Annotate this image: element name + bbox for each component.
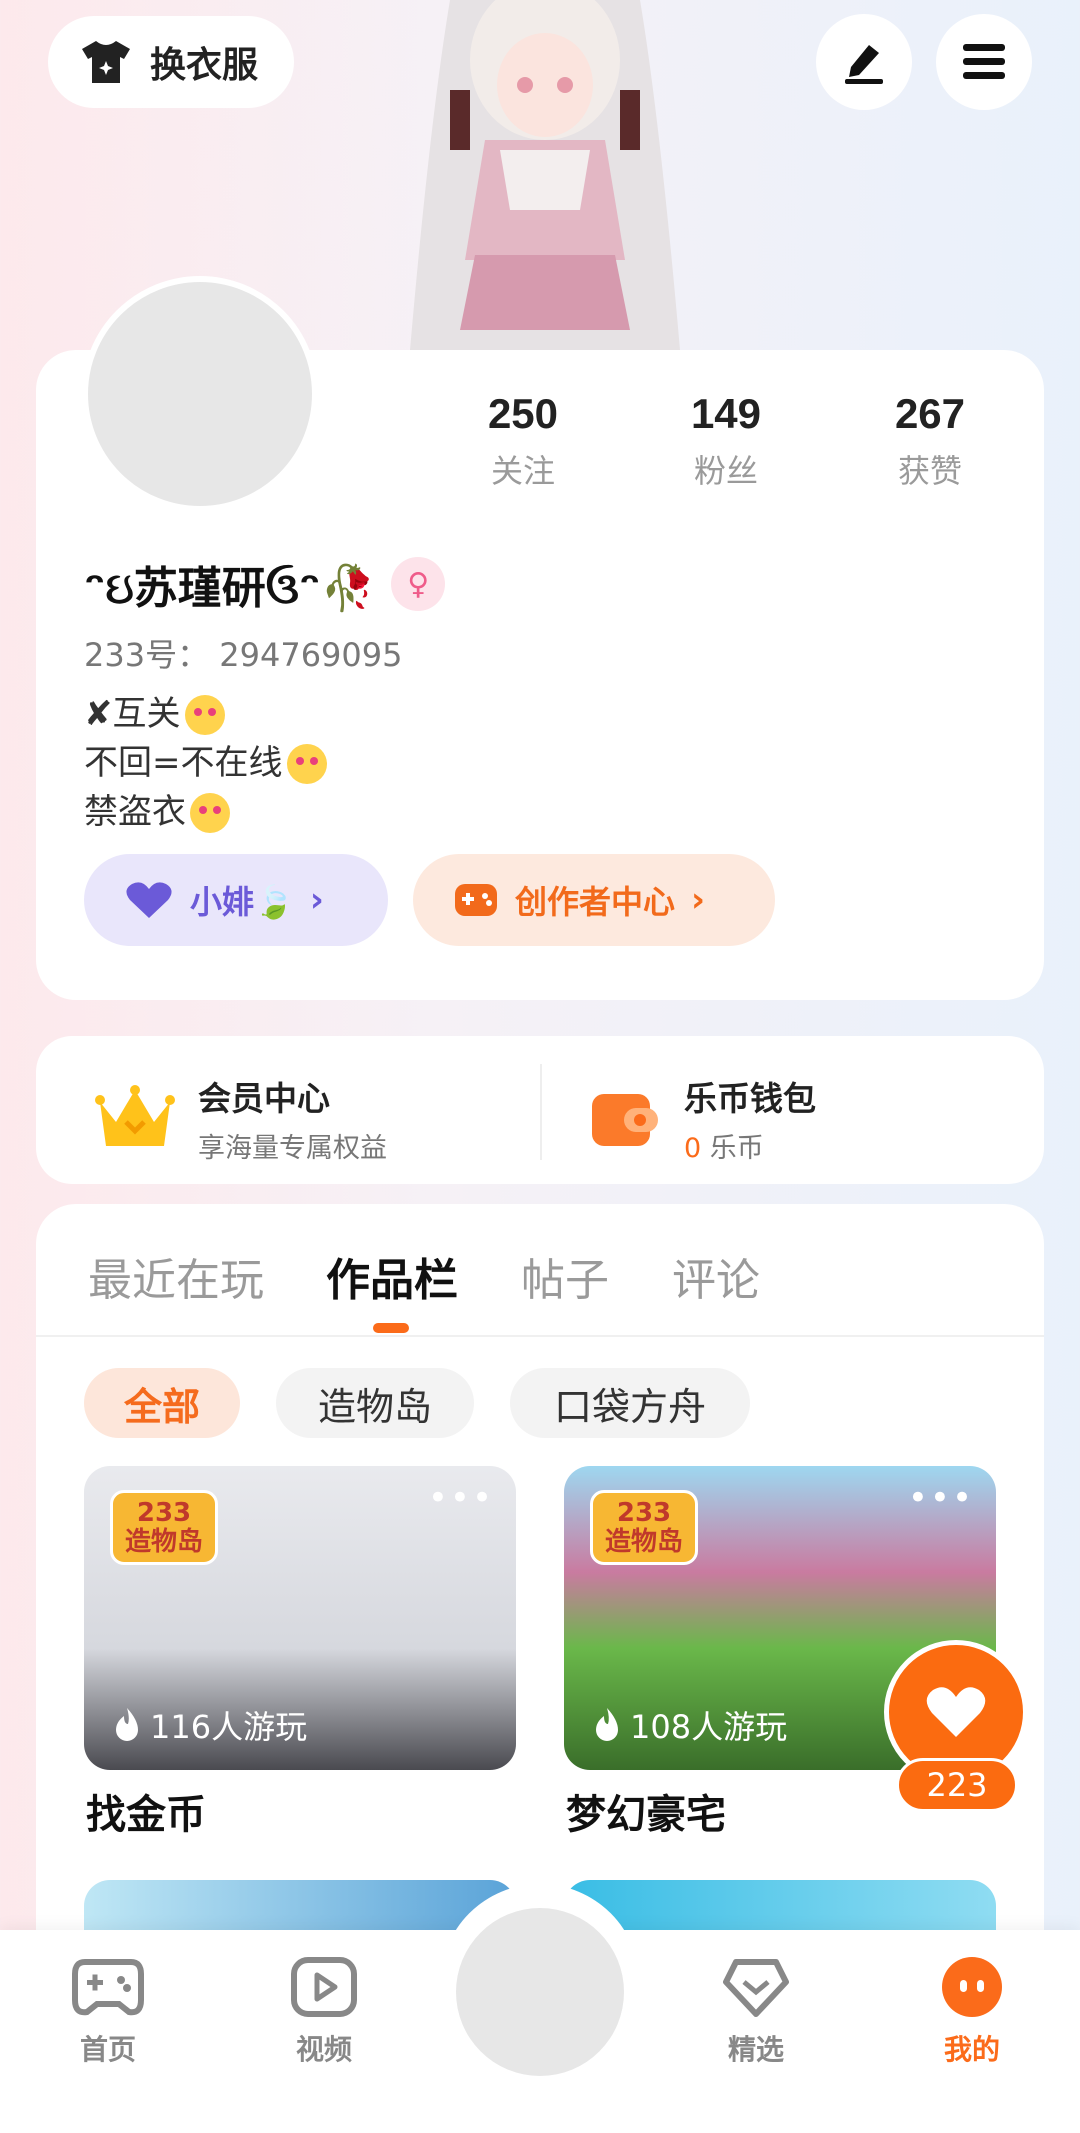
nickname-row: ᵔઇ苏瑾研ઉᵔ🥀 ♀ [84,552,446,616]
badge-number: 233 [616,1498,672,1528]
flame-icon [116,1708,138,1741]
bio-line: 禁盗衣 [84,792,186,832]
tab-posts[interactable]: 帖子 [521,1244,609,1308]
likes-label: 获赞 [897,452,962,490]
nav-center-avatar-button[interactable] [456,1908,624,2076]
more-options-icon[interactable]: ••• [908,1478,974,1518]
play-count-text: 108人游玩 [630,1708,788,1746]
badge-label: 造物岛 [605,1526,684,1557]
wallet-title: 乐币钱包 [684,1079,816,1118]
bio: ✘互关 不回=不在线 禁盗衣 [84,690,327,837]
user-id[interactable]: 233号： 294769095 [84,630,403,676]
companion-label: 小婔🍃 [190,883,294,921]
likes-count: 267 [894,390,966,437]
wallet-balance: 0 [684,1133,702,1164]
creator-center-button[interactable]: 创作者中心 › [413,854,775,946]
badge-label: 造物岛 [125,1526,204,1557]
play-count: 116人游玩 [112,1702,307,1748]
likes-stat[interactable]: 267 获赞 [850,390,1010,492]
wallet-icon [592,1093,658,1146]
creator-center-label: 创作者中心 [515,883,676,921]
filter-chip-creation-island[interactable]: 造物岛 [276,1368,474,1438]
heart-eyes-emoji-icon [286,743,327,784]
filter-chip-pocket-ark[interactable]: 口袋方舟 [510,1368,750,1438]
female-gender-icon: ♀ [391,557,446,611]
nav-mine[interactable]: 我的 [902,1956,1042,2068]
game-logo-badge: 233 造物岛 [590,1490,699,1566]
followers-stat[interactable]: 149 粉丝 [646,390,806,492]
character-avatar-image[interactable] [390,0,700,350]
smiling-hearts-emoji-icon [184,694,225,735]
nav-video[interactable]: 视频 [254,1956,394,2068]
heart-icon [926,1687,986,1737]
vip-center-subtitle: 享海量专属权益 [198,1133,387,1164]
tab-recent-played[interactable]: 最近在玩 [88,1244,264,1308]
tshirt-icon [82,41,130,83]
following-stat[interactable]: 250 关注 [443,390,603,492]
menu-button[interactable] [936,14,1032,110]
followers-count: 149 [690,390,762,437]
nav-featured-label: 精选 [727,2033,784,2066]
pencil-icon [845,45,883,84]
chevron-right-icon: › [691,880,706,920]
flame-icon [596,1708,618,1741]
nav-home[interactable]: 首页 [38,1956,178,2068]
sweat-smile-emoji-icon [190,792,230,833]
tab-works[interactable]: 作品栏 [326,1244,458,1308]
nav-video-label: 视频 [295,2033,352,2066]
edit-profile-button[interactable] [816,14,912,110]
tab-comments[interactable]: 评论 [672,1244,760,1308]
bio-line: 不回=不在线 [84,743,283,783]
game-title[interactable]: 梦幻豪宅 [566,1782,726,1840]
nav-mine-label: 我的 [943,2033,1000,2066]
nickname: ᵔઇ苏瑾研ઉᵔ🥀 [84,563,376,614]
game-logo-badge: 233 造物岛 [110,1490,219,1566]
tab-indicator [373,1323,409,1333]
vip-center-title: 会员中心 [198,1079,330,1118]
gamepad-icon [72,1959,144,2016]
profile-face-icon [942,1957,1002,2017]
nav-home-label: 首页 [79,2033,136,2066]
divider [540,1064,542,1160]
crown-icon [95,1084,175,1146]
game-title[interactable]: 找金币 [86,1782,206,1840]
bio-line: ✘互关 [84,694,181,734]
more-options-icon[interactable]: ••• [428,1478,494,1518]
vip-center-entry[interactable]: 会员中心 享海量专属权益 [94,1072,387,1165]
followers-label: 粉丝 [693,452,758,490]
play-count: 108人游玩 [592,1702,787,1748]
play-count-text: 116人游玩 [150,1708,308,1746]
following-label: 关注 [490,452,555,490]
chevron-right-icon: › [309,880,324,920]
change-outfit-label: 换衣服 [150,45,259,86]
nav-featured[interactable]: 精选 [686,1956,826,2068]
filter-chip-all[interactable]: 全部 [84,1368,240,1438]
heart-icon [126,882,172,918]
badge-number: 233 [136,1498,192,1528]
wallet-entry[interactable]: 乐币钱包 0 乐币 [588,1072,816,1165]
change-outfit-button[interactable]: 换衣服 [48,16,294,108]
like-count: 223 [896,1758,1018,1812]
play-video-icon [291,1957,357,2017]
gamepad-icon [455,884,497,916]
profile-avatar[interactable] [82,276,318,512]
following-count: 250 [487,390,559,437]
heart-gem-icon [723,1959,789,2017]
game-card-thumbnail[interactable]: 233 造物岛 ••• 116人游玩 [84,1466,516,1770]
companion-button[interactable]: 小婔🍃 › [84,854,388,946]
tab-divider [36,1335,1044,1337]
wallet-unit: 乐币 [709,1133,764,1164]
hamburger-menu-icon [963,44,1005,79]
